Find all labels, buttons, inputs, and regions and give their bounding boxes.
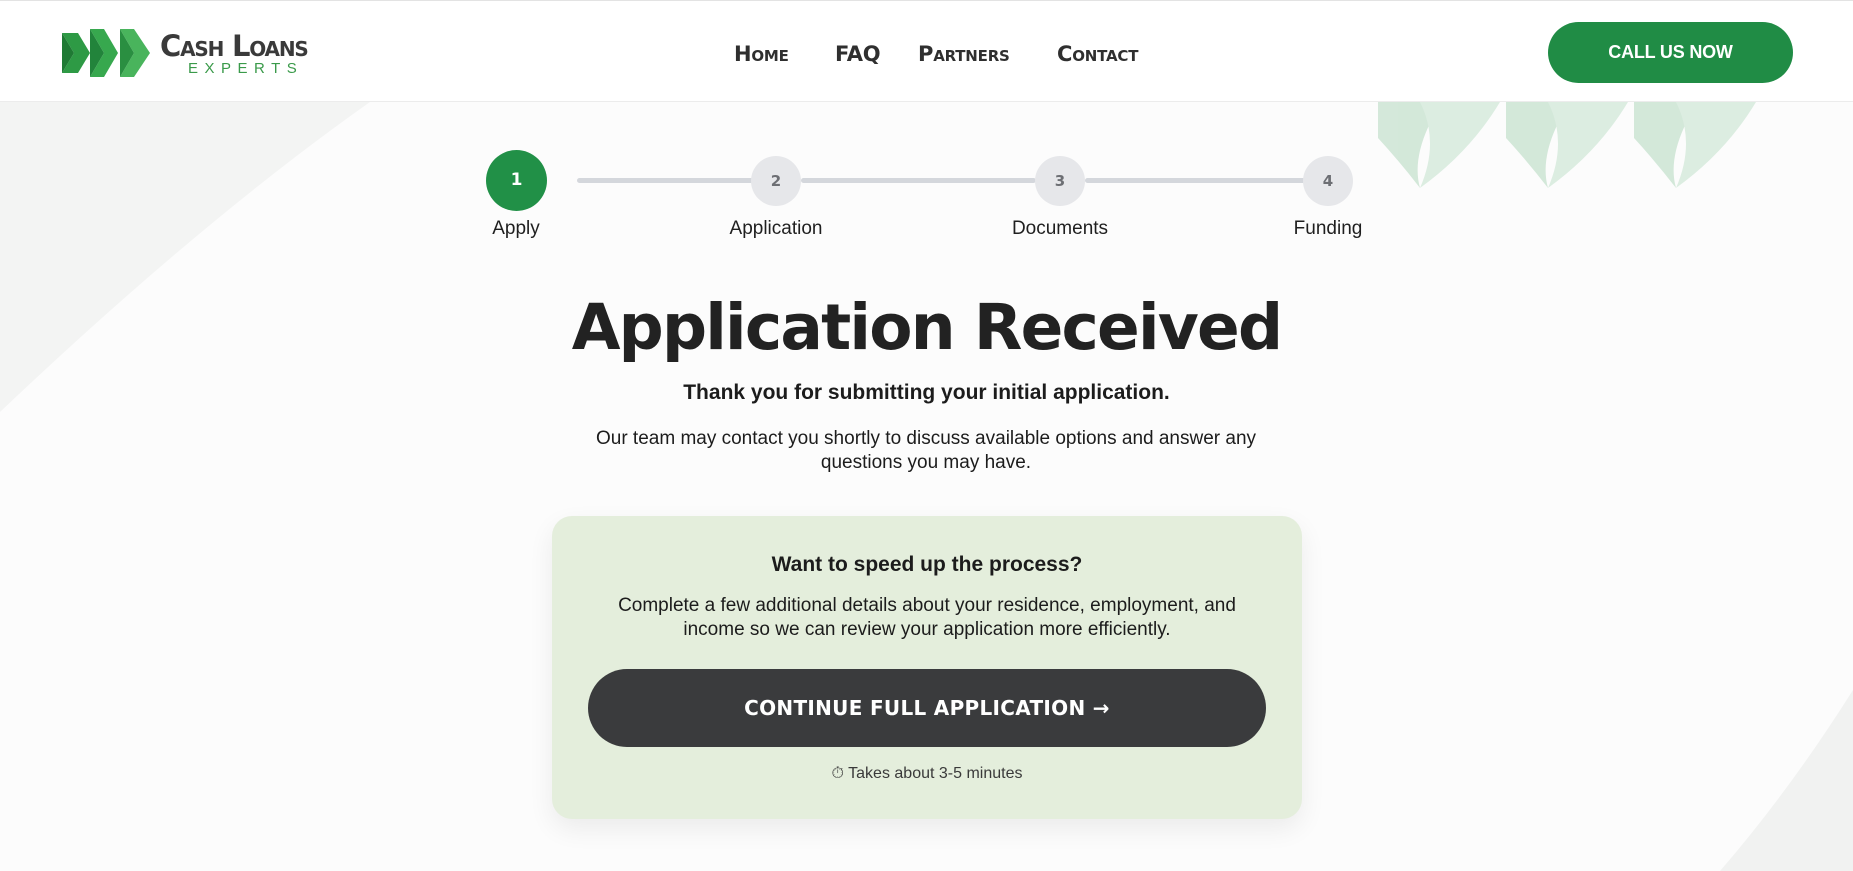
page-description: Our team may contact you shortly to disc…: [595, 428, 1257, 473]
nav-faq[interactable]: FAQ: [835, 39, 881, 69]
speed-up-card: Want to speed up the process? Complete a…: [552, 516, 1302, 819]
time-estimate-note: ⏱ Takes about 3-5 minutes: [831, 765, 1023, 782]
step-connector: [577, 178, 761, 183]
nav-partners[interactable]: Partners: [918, 39, 1010, 69]
logo-subtitle: EXPERTS: [188, 60, 304, 77]
page: Cash Loans EXPERTS Home FAQ Partners Con…: [0, 0, 1853, 871]
site-header: Cash Loans EXPERTS Home FAQ Partners Con…: [0, 0, 1853, 102]
progress-stepper: 1 2 3 4 Apply Application Documents Fund…: [480, 150, 1380, 250]
step-connector: [801, 178, 1036, 183]
step-3-indicator: 3: [1035, 156, 1085, 206]
card-title: Want to speed up the process?: [771, 553, 1083, 576]
call-us-now-button[interactable]: CALL US NOW: [1548, 22, 1793, 83]
nav-home[interactable]: Home: [734, 39, 789, 69]
step-2-label: Application: [729, 218, 823, 239]
step-4-indicator: 4: [1303, 156, 1353, 206]
step-1-indicator: 1: [486, 150, 547, 211]
logo-chevrons-icon: [62, 29, 150, 77]
step-connector: [1085, 178, 1317, 183]
step-1-label: Apply: [492, 218, 540, 239]
background-shape-bottom: [1720, 690, 1853, 871]
background-shape-left: [0, 102, 370, 412]
logo-title: Cash Loans: [160, 29, 309, 63]
step-3-label: Documents: [1011, 218, 1109, 239]
background-chevron-decor: [1378, 102, 1756, 188]
logo[interactable]: Cash Loans EXPERTS: [58, 25, 358, 81]
continue-full-application-button[interactable]: CONTINUE FULL APPLICATION →: [588, 669, 1266, 747]
nav-contact[interactable]: Contact: [1057, 39, 1138, 69]
page-subtitle: Thank you for submitting your initial ap…: [683, 381, 1170, 404]
step-2-indicator: 2: [751, 156, 801, 206]
page-title: Application Received: [571, 291, 1283, 364]
step-4-label: Funding: [1293, 218, 1363, 239]
card-description: Complete a few additional details about …: [618, 595, 1236, 640]
